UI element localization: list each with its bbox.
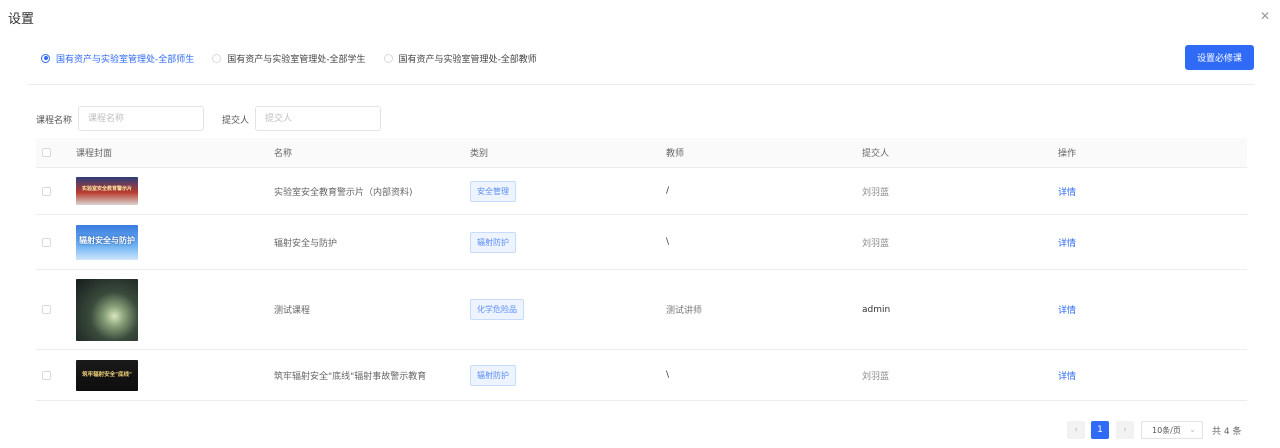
col-header-category: 类别 [470,149,489,159]
divider [27,84,1254,85]
details-link[interactable]: 详情 [1058,185,1076,198]
table-row: 筑牢辐射安全"底线" 筑牢辐射安全"底线"辐射事故警示教育 辐射防护 \ 刘羽蓝… [36,350,1247,401]
page-size-select[interactable]: 10条/页 ⌄ [1141,421,1203,439]
radio-label: 国有资产与实验室管理处-全部学生 [227,54,366,65]
row-checkbox[interactable] [42,237,51,247]
chevron-down-icon: ⌄ [1189,425,1196,434]
teacher: \ [666,370,670,380]
submitter: 刘羽蓝 [862,187,890,198]
submitter: 刘羽蓝 [862,371,890,382]
table-row: 测试课程 化学危险品 测试讲师 admin 详情 [36,270,1247,350]
details-link[interactable]: 详情 [1058,369,1076,382]
submitter-input[interactable] [255,106,381,131]
course-name: 测试课程 [274,306,311,316]
dialog-title: 设置 [8,12,35,27]
category-tag: 辐射防护 [470,364,516,386]
prev-page-button[interactable]: ‹ [1067,421,1085,439]
radio-dot [41,53,50,63]
category-tag: 安全管理 [470,180,516,202]
col-header-submitter: 提交人 [862,149,890,159]
radio-all-staff-students[interactable]: 国有资产与实验室管理处-全部师生 [41,52,194,65]
select-all-checkbox[interactable] [42,148,51,157]
course-cover-image: 筑牢辐射安全"底线" [76,359,138,391]
course-name: 筑牢辐射安全"底线"辐射事故警示教育 [274,371,427,382]
close-icon[interactable]: ✕ [1259,10,1271,22]
course-cover-image: 实验室安全教育警示片 [76,177,138,205]
col-header-teacher: 教师 [666,149,685,159]
course-name: 辐射安全与防护 [274,238,338,249]
course-name: 实验室安全教育警示片（内部资料) [274,187,413,198]
current-page-button[interactable]: 1 [1091,421,1109,439]
course-cover-image: 辐射安全与防护 [76,224,138,260]
page-size-value: 10条/页 [1152,425,1181,435]
table-row: 实验室安全教育警示片 实验室安全教育警示片（内部资料) 安全管理 / 刘羽蓝 详… [36,168,1247,215]
teacher: \ [666,237,670,247]
table-row: 辐射安全与防护 辐射安全与防护 辐射防护 \ 刘羽蓝 详情 [36,215,1247,270]
course-name-input[interactable] [78,106,204,131]
details-link[interactable]: 详情 [1058,236,1076,249]
total-count: 共 4 条 [1212,427,1242,437]
submitter: 刘羽蓝 [862,238,890,249]
teacher: 测试讲师 [666,306,703,316]
row-checkbox[interactable] [42,370,51,380]
submitter-label: 提交人 [222,116,250,126]
category-tag: 化学危险品 [470,299,524,320]
col-header-cover: 课程封面 [76,149,113,159]
radio-dot [212,53,222,63]
radio-label: 国有资产与实验室管理处-全部教师 [398,54,537,65]
teacher: / [666,186,670,196]
category-tag: 辐射防护 [470,231,516,253]
radio-all-teachers[interactable]: 国有资产与实验室管理处-全部教师 [383,52,537,65]
row-checkbox[interactable] [42,186,51,196]
row-checkbox[interactable] [42,305,51,314]
submitter: admin [862,304,891,315]
col-header-action: 操作 [1058,149,1077,159]
scope-radio-group: 国有资产与实验室管理处-全部师生 国有资产与实验室管理处-全部学生 国有资产与实… [41,51,555,65]
table-header: 课程封面 名称 类别 教师 提交人 操作 [36,138,1247,168]
next-page-button[interactable]: › [1116,421,1134,439]
radio-label: 国有资产与实验室管理处-全部师生 [56,54,195,65]
cover-text: 筑牢辐射安全"底线" [82,371,132,378]
col-header-name: 名称 [274,149,293,159]
set-required-course-button[interactable]: 设置必修课 [1185,45,1254,70]
cover-text: 实验室安全教育警示片 [81,186,132,192]
cover-text: 辐射安全与防护 [79,235,135,245]
radio-dot [383,53,393,63]
details-link[interactable]: 详情 [1058,303,1076,316]
course-cover-image [76,278,138,341]
course-name-label: 课程名称 [36,116,73,126]
radio-all-students[interactable]: 国有资产与实验室管理处-全部学生 [212,52,366,65]
